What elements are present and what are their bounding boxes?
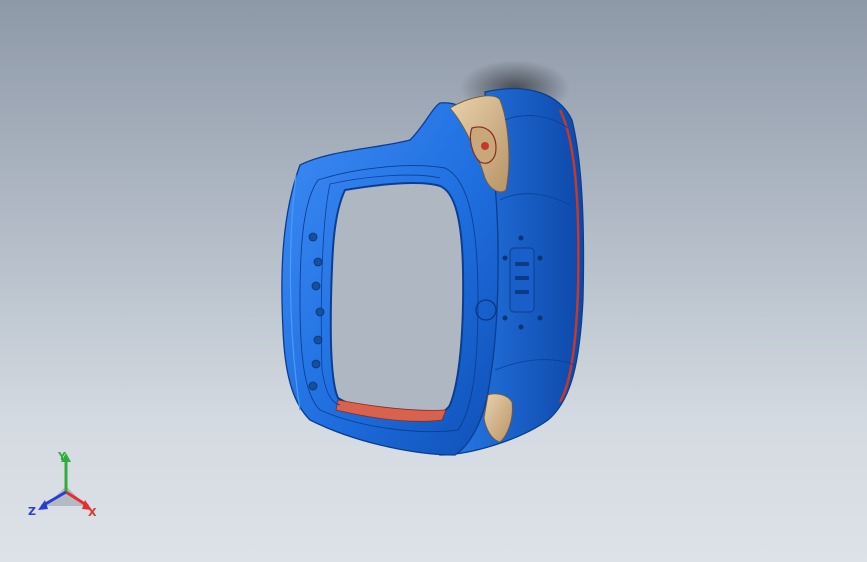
view-orientation-triad[interactable]: Y X Z (28, 450, 97, 519)
upper-lamp-marker (481, 142, 489, 150)
tailgate-model[interactable] (281, 88, 585, 456)
z-axis-label: Z (28, 505, 36, 518)
y-axis-label: Y (57, 450, 67, 463)
graphics-viewport[interactable]: Y X Z (0, 0, 867, 562)
z-axis-arrow (38, 500, 48, 510)
window-opening (329, 182, 465, 417)
x-axis-label: X (88, 506, 97, 519)
